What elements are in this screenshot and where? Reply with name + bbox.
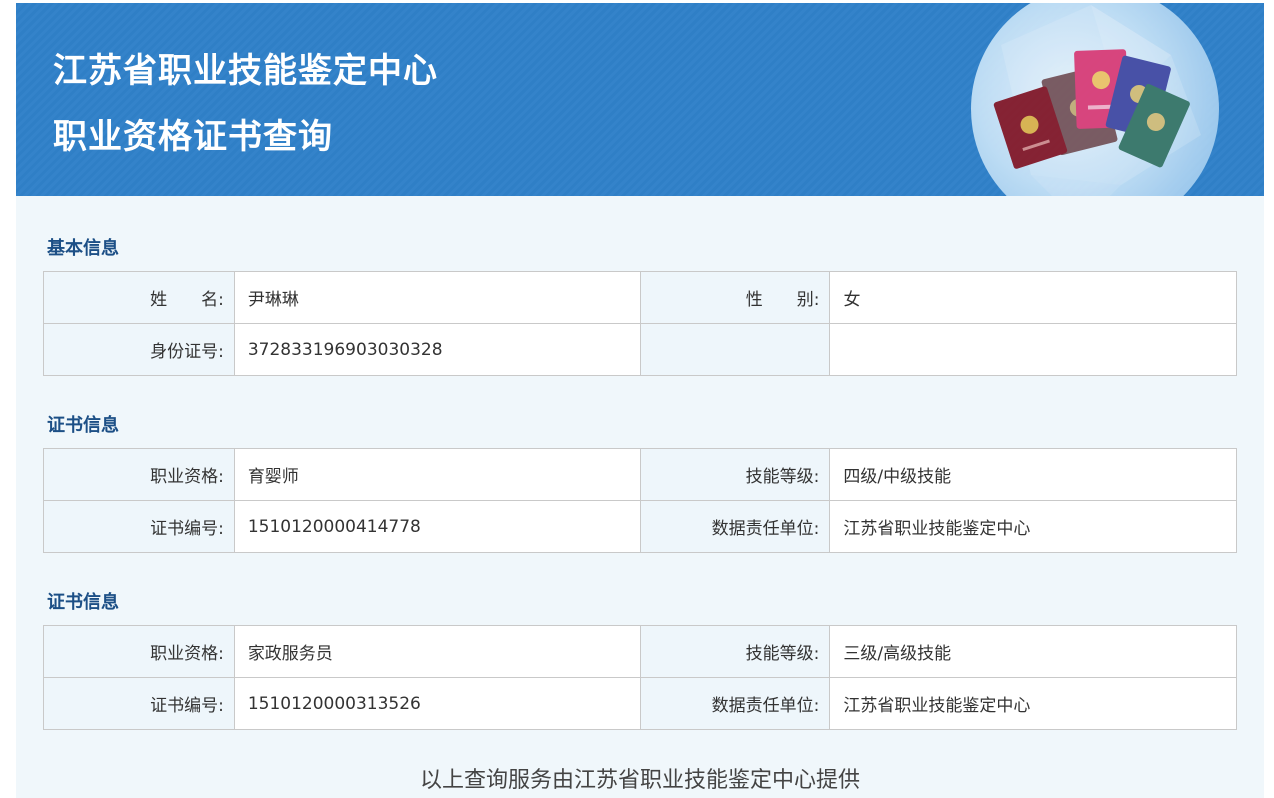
page-container: 江苏省职业技能鉴定中心 职业资格证书查询 基本信息 姓 名: 尹琳琳 性 别: … bbox=[16, 3, 1264, 798]
skill-level-label: 技能等级: bbox=[639, 448, 831, 501]
table-row: 证书编号: 1510120000414778 数据责任单位: 江苏省职业技能鉴定… bbox=[43, 500, 1237, 553]
certificate-number-label: 证书编号: bbox=[43, 500, 235, 553]
empty-label-cell bbox=[639, 323, 831, 376]
gender-label: 性 别: bbox=[639, 271, 831, 324]
empty-value-cell bbox=[829, 323, 1237, 376]
certificate-booklets-icon bbox=[971, 3, 1219, 196]
section-title-basic: 基本信息 bbox=[47, 238, 119, 259]
skill-level-label: 技能等级: bbox=[639, 625, 831, 678]
gender-value: 女 bbox=[829, 271, 1237, 324]
header-title-query: 职业资格证书查询 bbox=[53, 117, 333, 157]
responsible-unit-label: 数据责任单位: bbox=[639, 677, 831, 730]
section-title-certificate-1: 证书信息 bbox=[47, 415, 119, 436]
name-value: 尹琳琳 bbox=[233, 271, 641, 324]
footer-provider-note: 以上查询服务由江苏省职业技能鉴定中心提供 bbox=[419, 768, 860, 793]
certificate-number-value: 1510120000414778 bbox=[233, 500, 641, 553]
skill-level-value: 四级/中级技能 bbox=[829, 448, 1237, 501]
certificate-number-value: 1510120000313526 bbox=[233, 677, 641, 730]
responsible-unit-label: 数据责任单位: bbox=[639, 500, 831, 553]
qualification-value: 育婴师 bbox=[233, 448, 641, 501]
header-title-org: 江苏省职业技能鉴定中心 bbox=[53, 51, 438, 91]
responsible-unit-value: 江苏省职业技能鉴定中心 bbox=[829, 500, 1237, 553]
certificate-table-1: 职业资格: 育婴师 技能等级: 四级/中级技能 证书编号: 1510120000… bbox=[43, 448, 1237, 553]
qualification-label: 职业资格: bbox=[43, 625, 235, 678]
certificate-number-label: 证书编号: bbox=[43, 677, 235, 730]
responsible-unit-value: 江苏省职业技能鉴定中心 bbox=[829, 677, 1237, 730]
skill-level-value: 三级/高级技能 bbox=[829, 625, 1237, 678]
name-label: 姓 名: bbox=[43, 271, 235, 324]
page-header: 江苏省职业技能鉴定中心 职业资格证书查询 bbox=[16, 3, 1264, 196]
table-row: 姓 名: 尹琳琳 性 别: 女 bbox=[43, 271, 1237, 324]
id-label: 身份证号: bbox=[43, 323, 235, 376]
table-row: 证书编号: 1510120000313526 数据责任单位: 江苏省职业技能鉴定… bbox=[43, 677, 1237, 730]
id-value: 372833196903030328 bbox=[233, 323, 641, 376]
table-row: 职业资格: 育婴师 技能等级: 四级/中级技能 bbox=[43, 448, 1237, 501]
table-row: 身份证号: 372833196903030328 bbox=[43, 323, 1237, 376]
certificate-table-2: 职业资格: 家政服务员 技能等级: 三级/高级技能 证书编号: 15101200… bbox=[43, 625, 1237, 730]
qualification-value: 家政服务员 bbox=[233, 625, 641, 678]
basic-info-table: 姓 名: 尹琳琳 性 别: 女 身份证号: 372833196903030328 bbox=[43, 271, 1237, 376]
section-title-certificate-2: 证书信息 bbox=[47, 592, 119, 613]
table-row: 职业资格: 家政服务员 技能等级: 三级/高级技能 bbox=[43, 625, 1237, 678]
qualification-label: 职业资格: bbox=[43, 448, 235, 501]
